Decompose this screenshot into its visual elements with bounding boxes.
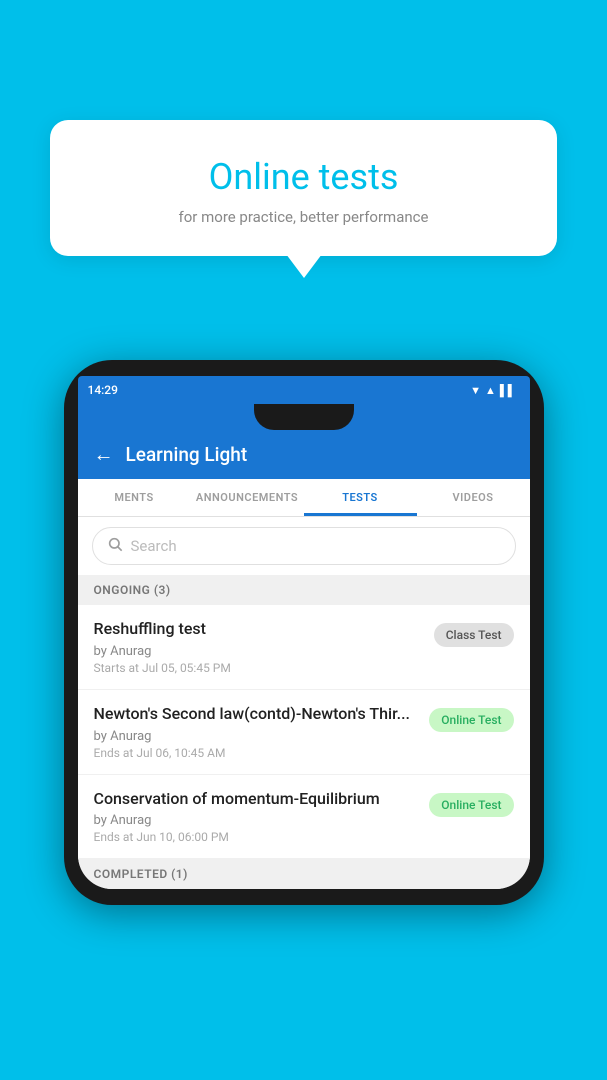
ongoing-section-header: ONGOING (3) — [78, 575, 530, 605]
test-info-2: Newton's Second law(contd)-Newton's Thir… — [94, 704, 420, 760]
search-container: Search — [78, 517, 530, 575]
notch-area — [78, 404, 530, 430]
test-info-1: Reshuffling test by Anurag Starts at Jul… — [94, 619, 424, 675]
status-time: 14:29 — [88, 383, 118, 397]
test-date-3: Ends at Jun 10, 06:00 PM — [94, 830, 420, 844]
search-icon — [107, 536, 123, 556]
bubble-subtitle: for more practice, better performance — [80, 208, 527, 226]
app-bar-title: Learning Light — [126, 443, 248, 466]
test-by-2: by Anurag — [94, 729, 420, 744]
phone-screen: ← Learning Light MENTS ANNOUNCEMENTS TES… — [78, 404, 530, 889]
phone-outer: 14:29 ▼ ▲ ▌▌ ← Learning Light MENTS — [64, 360, 544, 905]
test-name-3: Conservation of momentum-Equilibrium — [94, 789, 420, 810]
test-by-1: by Anurag — [94, 644, 424, 659]
search-box[interactable]: Search — [92, 527, 516, 565]
phone-mockup: 14:29 ▼ ▲ ▌▌ ← Learning Light MENTS — [64, 360, 544, 905]
tab-ments[interactable]: MENTS — [78, 479, 191, 516]
test-date-2: Ends at Jul 06, 10:45 AM — [94, 746, 420, 760]
status-icons: ▼ ▲ ▌▌ — [470, 384, 515, 397]
wifi-icon: ▼ — [470, 384, 481, 397]
test-item-2[interactable]: Newton's Second law(contd)-Newton's Thir… — [78, 690, 530, 775]
test-name-1: Reshuffling test — [94, 619, 424, 640]
search-placeholder: Search — [131, 537, 177, 555]
test-item-1[interactable]: Reshuffling test by Anurag Starts at Jul… — [78, 605, 530, 690]
test-date-1: Starts at Jul 05, 05:45 PM — [94, 661, 424, 675]
app-bar: ← Learning Light — [78, 430, 530, 479]
speech-bubble-section: Online tests for more practice, better p… — [50, 120, 557, 256]
test-item-3[interactable]: Conservation of momentum-Equilibrium by … — [78, 775, 530, 860]
test-badge-3: Online Test — [429, 793, 513, 817]
status-bar: 14:29 ▼ ▲ ▌▌ — [78, 376, 530, 404]
back-button[interactable]: ← — [94, 442, 114, 467]
tabs-bar: MENTS ANNOUNCEMENTS TESTS VIDEOS — [78, 479, 530, 517]
test-by-3: by Anurag — [94, 813, 420, 828]
test-badge-1: Class Test — [434, 623, 514, 647]
test-badge-2: Online Test — [429, 708, 513, 732]
tab-announcements[interactable]: ANNOUNCEMENTS — [191, 479, 304, 516]
battery-icon: ▌▌ — [500, 384, 516, 397]
signal-icon: ▲ — [485, 384, 496, 397]
notch — [254, 404, 354, 430]
tab-videos[interactable]: VIDEOS — [417, 479, 530, 516]
test-name-2: Newton's Second law(contd)-Newton's Thir… — [94, 704, 420, 725]
tab-tests[interactable]: TESTS — [304, 479, 417, 516]
bubble-title: Online tests — [80, 156, 527, 198]
completed-section-header: COMPLETED (1) — [78, 859, 530, 889]
test-info-3: Conservation of momentum-Equilibrium by … — [94, 789, 420, 845]
speech-bubble: Online tests for more practice, better p… — [50, 120, 557, 256]
